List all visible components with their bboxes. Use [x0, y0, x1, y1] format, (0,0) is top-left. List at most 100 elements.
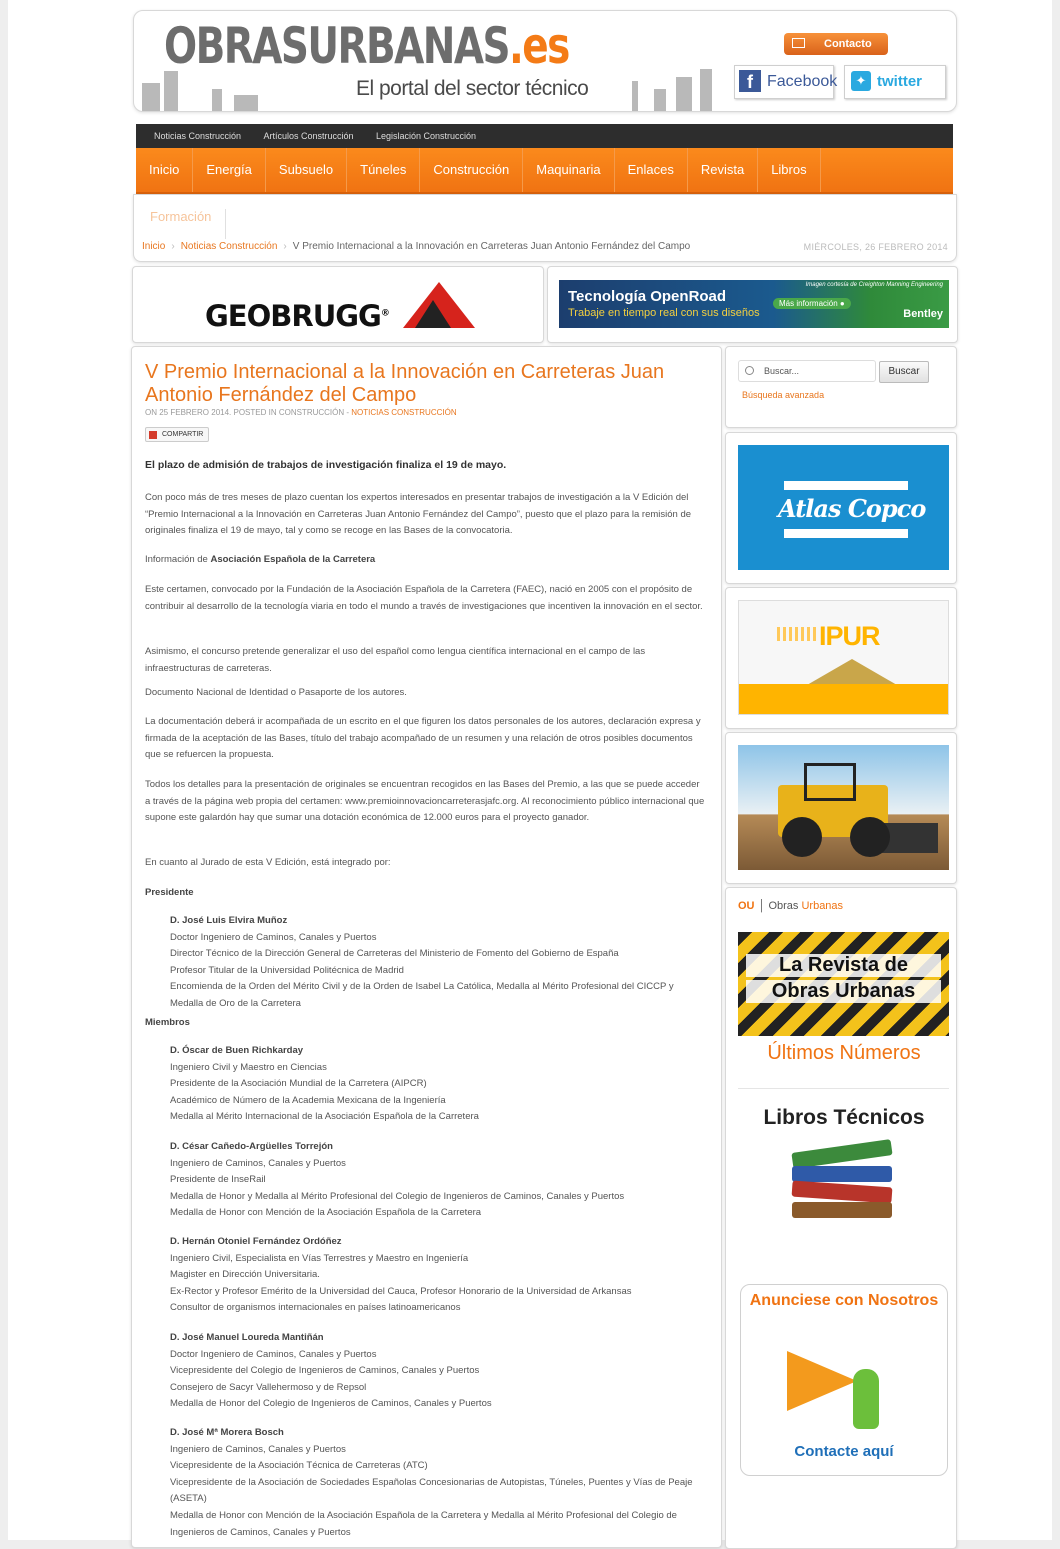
loader-wheel [782, 817, 822, 857]
topnav-noticias[interactable]: Noticias Construcción [154, 124, 241, 148]
wheel-loader-image[interactable] [738, 745, 949, 870]
twitter-label: twitter [877, 73, 922, 90]
article-paragraph: En cuanto al Jurado de esta V Edición, e… [145, 857, 391, 868]
jury-member: D. José Mª Morera Bosch Ingeniero de Cami… [170, 1427, 693, 1538]
ipur-dots [777, 627, 819, 641]
sub-navigation-bar: Formación Inicio › Noticias Construcción › V… [133, 194, 957, 262]
topnav-articulos[interactable]: Artículos Construcción [264, 124, 354, 148]
article-paragraph: Todos los detalles para la presentación … [145, 779, 705, 824]
nav-energia[interactable]: Energía [193, 148, 266, 192]
book-icon [791, 1180, 893, 1204]
machinery-ad-box [725, 732, 957, 884]
site-tagline: El portal del sector técnico [356, 77, 589, 100]
atlas-bar [784, 481, 908, 490]
jury-members-heading: Miembros [145, 1017, 190, 1028]
libros-tecnicos-link[interactable]: Libros Técnicos [726, 1106, 962, 1130]
skyline-building [700, 69, 712, 111]
search-button[interactable]: Buscar [879, 361, 929, 383]
article-category-link[interactable]: NOTICIAS CONSTRUCCIÓN [351, 408, 456, 417]
site-logo[interactable]: OBRASURBANAS.es [164, 17, 570, 75]
atlas-copco-ad-box: Atlas Copco [725, 432, 957, 584]
top-navigation: Noticias Construcción Artículos Construc… [136, 124, 953, 148]
ipur-band [739, 684, 948, 714]
openroad-title: Tecnología OpenRoad [568, 288, 727, 305]
openroad-more-button[interactable]: Más información ● [773, 298, 851, 309]
main-navigation: Inicio Energía Subsuelo Túneles Construc… [136, 148, 953, 195]
atlas-copco-ad[interactable]: Atlas Copco [738, 445, 949, 570]
twitter-button[interactable]: ✦ twitter [844, 65, 946, 99]
search-placeholder: Buscar... [764, 366, 800, 376]
openroad-subtitle: Trabaje en tiempo real con sus diseños [568, 307, 760, 319]
nav-inicio[interactable]: Inicio [136, 148, 194, 192]
topnav-legislacion[interactable]: Legislación Construcción [376, 124, 476, 148]
facebook-button[interactable]: f Facebook [734, 65, 838, 99]
ipur-ad[interactable]: IPUR [738, 600, 949, 715]
nav-enlaces[interactable]: Enlaces [615, 148, 688, 192]
nav-formacion[interactable]: Formación [150, 209, 227, 239]
article-title: V Premio Internacional a la Innovación e… [145, 361, 665, 406]
geobrugg-mountain-shadow [415, 300, 451, 328]
skyline-building [142, 83, 160, 111]
geobrugg-logo-text: GEOBRUGG® [205, 299, 390, 333]
anunciese-title: Anunciese con Nosotros [749, 1292, 939, 1309]
nav-libros[interactable]: Libros [758, 148, 821, 192]
contact-label: Contacto [824, 38, 872, 50]
nav-construccion[interactable]: Construcción [420, 148, 524, 192]
breadcrumb-section[interactable]: Noticias Construcción [181, 241, 278, 252]
atlas-copco-logo: Atlas Copco [778, 494, 926, 523]
roof-icon [807, 659, 897, 685]
openroad-credit: Imagen cortesía de Creighton Manning Eng… [805, 282, 943, 288]
breadcrumb-home[interactable]: Inicio [142, 241, 165, 252]
jury-member: D. José Luis Elvira Muñoz Doctor Ingenie… [170, 915, 674, 1009]
facebook-label: Facebook [767, 73, 838, 90]
nav-subsuelo[interactable]: Subsuelo [266, 148, 348, 192]
revista-banner[interactable]: La Revista de Obras Urbanas [738, 932, 949, 1036]
jury-member: D. Óscar de Buen Richkarday Ingeniero Civ… [170, 1045, 479, 1123]
jury-member: D. José Manuel Loureda Mantiñán Doctor In… [170, 1332, 492, 1410]
search-icon [745, 366, 754, 375]
current-date: MIÉRCOLES, 26 FEBRERO 2014 [803, 242, 948, 252]
revista-title-line1: La Revista de [746, 954, 941, 977]
ou-logo: OU [738, 900, 755, 912]
article-meta: ON 25 FEBRERO 2014. POSTED IN CONSTRUCCI… [145, 408, 457, 417]
ultimos-numeros-link[interactable]: Últimos Números [726, 1042, 962, 1065]
bentley-logo: Bentley [903, 308, 943, 320]
article-content: V Premio Internacional a la Innovación e… [131, 346, 722, 1548]
ipur-ad-box: IPUR [725, 587, 957, 729]
promo-sidebar-box: OU │ Obras Urbanas La Revista de Obras Ur… [725, 887, 957, 1549]
nav-revista[interactable]: Revista [688, 148, 759, 192]
search-input[interactable]: Buscar... [738, 360, 876, 382]
openroad-banner[interactable]: Tecnología OpenRoad Trabaje en tiempo re… [547, 266, 958, 343]
breadcrumb-current: V Premio Internacional a la Innovación e… [292, 241, 691, 252]
search-widget: Buscar... Buscar Búsqueda avanzada [725, 346, 957, 428]
article-paragraph: Con poco más de tres meses de plazo cuen… [145, 492, 692, 537]
skyline-building [212, 89, 222, 111]
jury-member: D. César Cañedo-Argüelles Torrejón Ingeni… [170, 1141, 625, 1219]
nav-tuneles[interactable]: Túneles [347, 148, 421, 192]
skyline-building [632, 81, 638, 111]
loader-cab [804, 763, 856, 801]
site-header: OBRASURBANAS.es El portal del sector téc… [133, 10, 957, 112]
skyline-building [164, 71, 178, 111]
book-icon [792, 1166, 892, 1182]
mail-icon [792, 38, 805, 48]
advanced-search-link[interactable]: Búsqueda avanzada [742, 390, 824, 400]
share-icon [149, 431, 157, 439]
ipur-logo: IPUR [819, 621, 881, 651]
divider [738, 1088, 949, 1089]
share-button[interactable]: COMPARTIR [145, 427, 210, 442]
article-paragraph: Documento Nacional de Identidad o Pasapo… [145, 687, 407, 698]
obras-urbanas-heading: OU │ Obras Urbanas [738, 900, 844, 912]
contact-button[interactable]: Contacto [784, 33, 888, 55]
nav-maquinaria[interactable]: Maquinaria [523, 148, 615, 192]
breadcrumb-separator: › [283, 241, 287, 252]
breadcrumb: Inicio › Noticias Construcción › V Premio In… [142, 241, 690, 252]
contacte-aqui-link[interactable]: Contacte aquí [741, 1443, 947, 1460]
anunciese-banner[interactable]: Anunciese con Nosotros Contacte aquí [740, 1284, 948, 1476]
revista-title-line2: Obras Urbanas [746, 980, 941, 1003]
skyline-building [234, 95, 258, 111]
jury-member: D. Hernán Otoniel Fernández Ordóñez Ingen… [170, 1236, 632, 1314]
megaphone-icon [787, 1351, 857, 1411]
geobrugg-banner[interactable]: GEOBRUGG® [132, 266, 544, 343]
article-paragraph: Asimismo, el concurso pretende generaliz… [145, 646, 646, 674]
